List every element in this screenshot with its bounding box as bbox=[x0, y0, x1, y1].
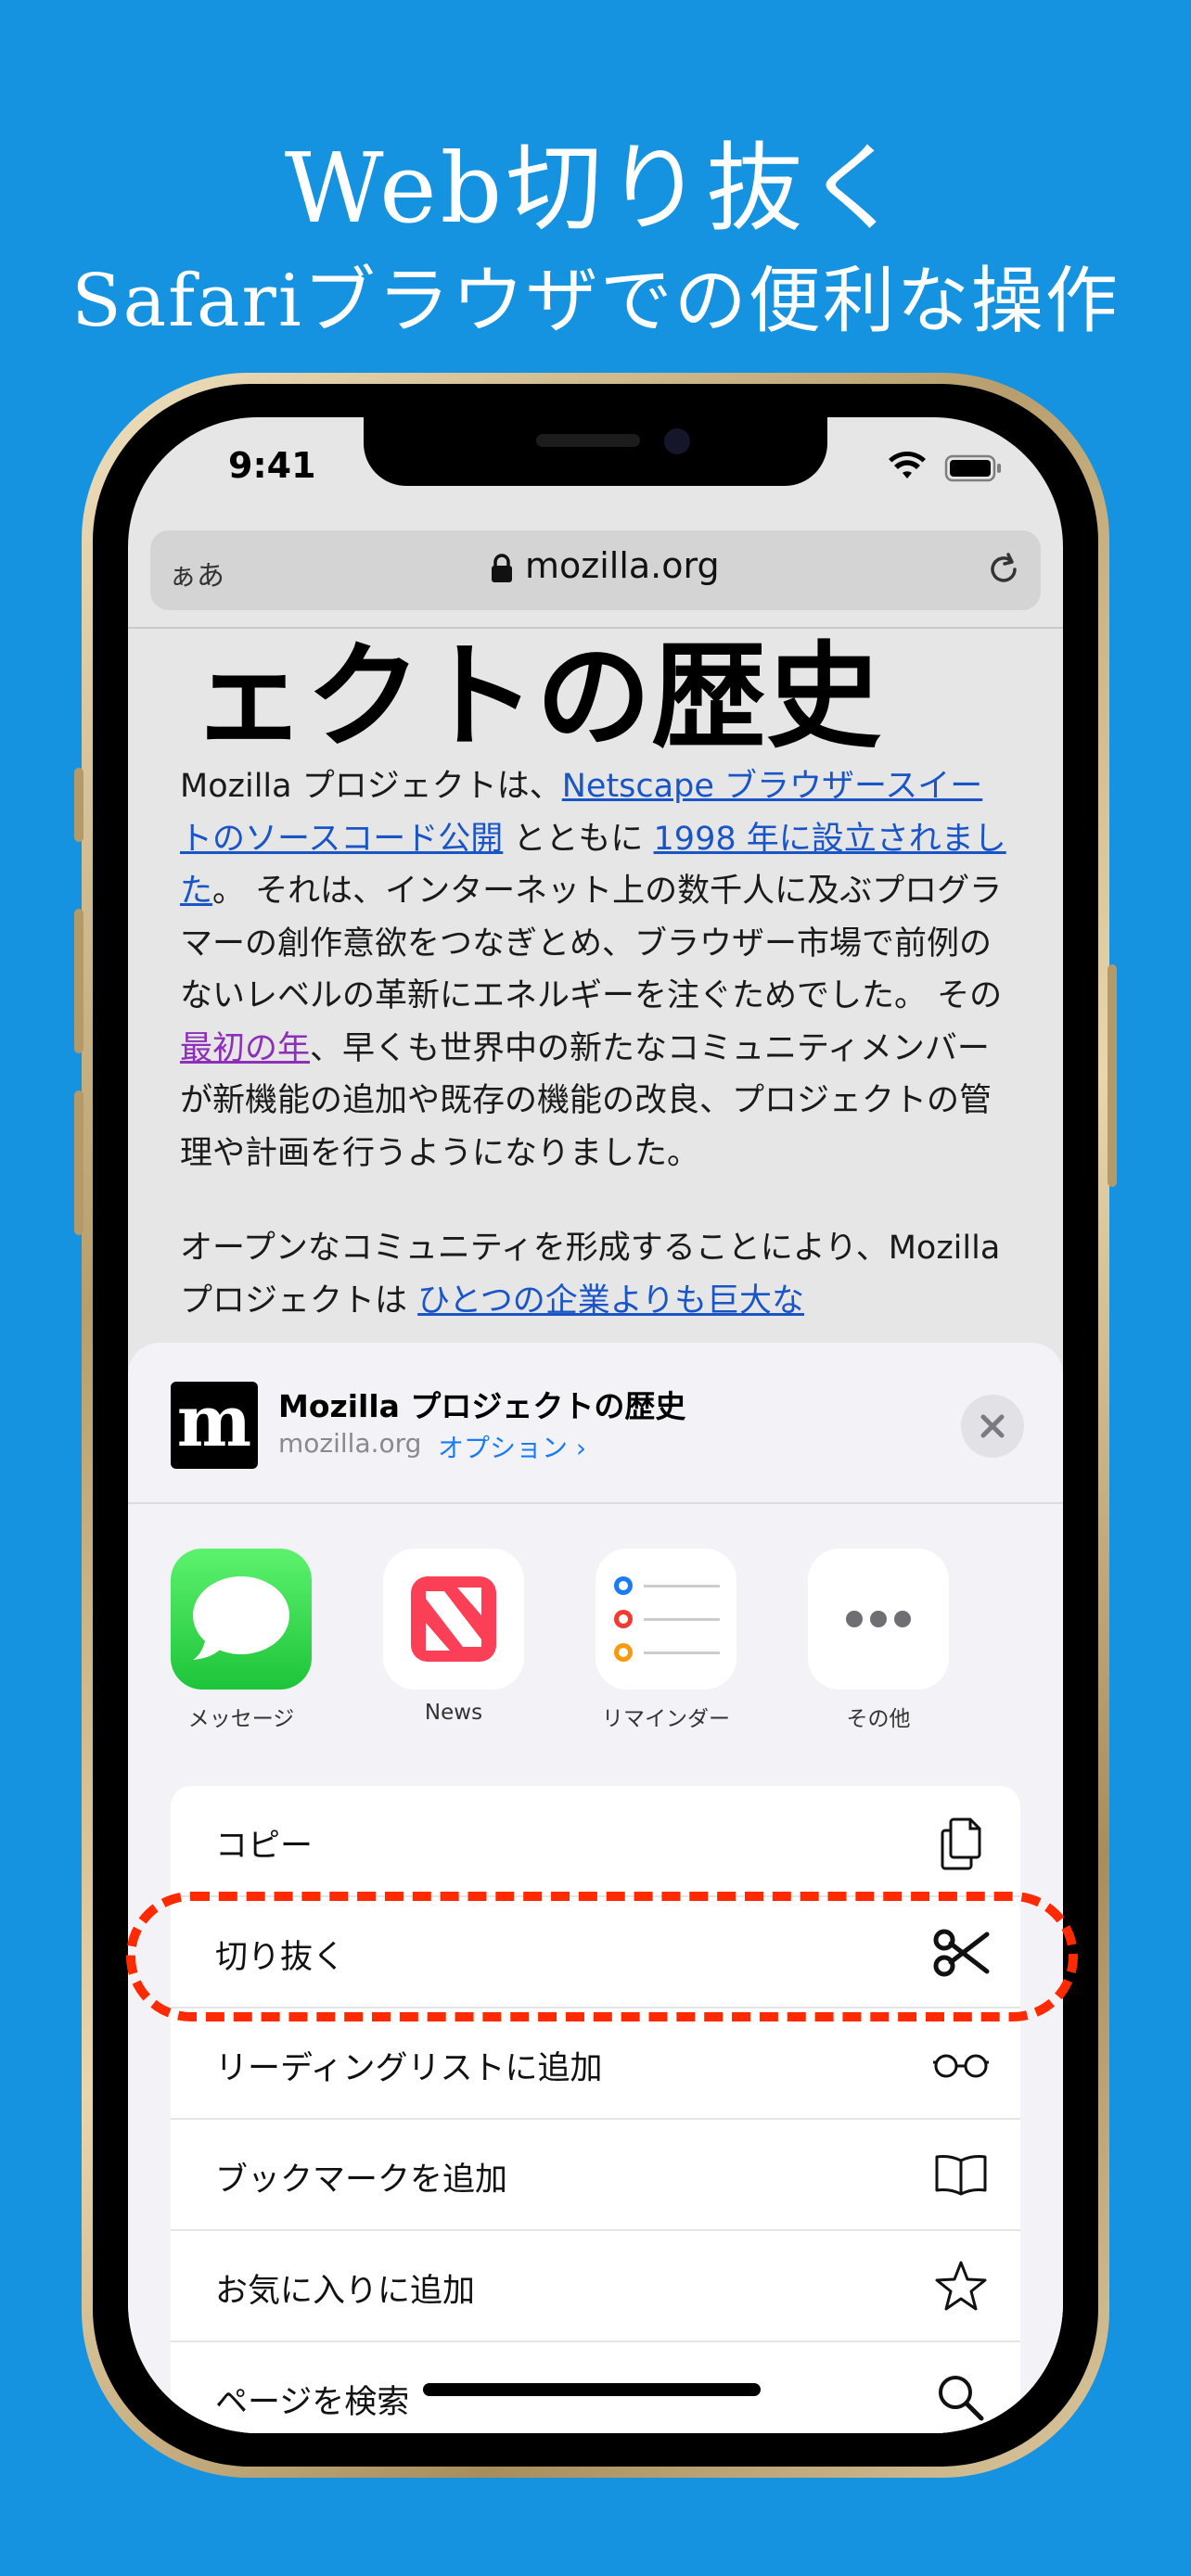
volume-up-button bbox=[74, 909, 83, 1053]
book-icon bbox=[931, 2146, 991, 2209]
promo-subtitle: Safariブラウザでの便利な操作 bbox=[71, 260, 1120, 343]
news-icon[interactable] bbox=[383, 1549, 524, 1690]
action-label: コピー bbox=[215, 1828, 314, 1865]
share-title: Mozilla プロジェクトの歴史 bbox=[278, 1388, 686, 1424]
lock-icon bbox=[490, 553, 514, 588]
star-icon bbox=[931, 2257, 991, 2320]
text-span: Mozilla プロジェクトは、 bbox=[180, 768, 562, 805]
action-label: リーディングリストに追加 bbox=[215, 2050, 603, 2087]
home-indicator[interactable] bbox=[423, 2383, 761, 2396]
text-span: 。 それは、インターネット上の数千人に及ぶプログラマーの創作意欲をつなぎとめ、ブ… bbox=[180, 873, 1003, 1014]
app-messages[interactable]: メッセージ bbox=[171, 1549, 312, 1732]
action-add-favorite[interactable]: お気に入りに追加 bbox=[171, 2231, 1020, 2340]
action-add-bookmark[interactable]: ブックマークを追加 bbox=[171, 2120, 1020, 2229]
app-label: その他 bbox=[846, 1707, 911, 1731]
link-larger-than-company[interactable]: ひとつの企業よりも巨大な bbox=[417, 1282, 804, 1320]
page-heading: ェクトの歴史 bbox=[191, 631, 882, 764]
app-label: メッセージ bbox=[187, 1707, 295, 1731]
copy-icon bbox=[931, 1812, 991, 1875]
app-more[interactable]: その他 bbox=[808, 1549, 949, 1732]
glasses-icon bbox=[931, 2034, 991, 2098]
text-size-button[interactable]: ぁあ bbox=[169, 553, 224, 593]
search-icon bbox=[931, 2368, 991, 2431]
app-label: News bbox=[424, 1701, 483, 1725]
action-reading-list[interactable]: リーディングリストに追加 bbox=[171, 2009, 1020, 2118]
status-icons bbox=[887, 451, 1007, 488]
app-news[interactable]: News bbox=[383, 1549, 524, 1725]
app-label: リマインダー bbox=[602, 1707, 730, 1731]
address-bar[interactable]: ぁあ mozilla.org bbox=[150, 530, 1041, 610]
front-camera bbox=[664, 428, 690, 454]
header-separator bbox=[128, 1502, 1063, 1504]
share-domain: mozilla.org bbox=[278, 1428, 422, 1459]
notch bbox=[364, 417, 827, 486]
more-icon[interactable] bbox=[808, 1549, 949, 1690]
volume-down-button bbox=[74, 1090, 83, 1235]
silent-switch bbox=[74, 768, 83, 842]
action-copy[interactable]: コピー bbox=[171, 1786, 1020, 1895]
status-time: 9:41 bbox=[228, 445, 316, 486]
promo-title: Web切り抜く bbox=[284, 132, 907, 245]
action-label: お気に入りに追加 bbox=[215, 2273, 476, 2310]
power-button bbox=[1108, 964, 1117, 1187]
site-logo: m bbox=[171, 1382, 258, 1469]
speaker bbox=[536, 434, 640, 447]
action-label: ブックマークを追加 bbox=[215, 2162, 508, 2199]
share-header: m Mozilla プロジェクトの歴史 mozilla.org オプション › bbox=[128, 1343, 1063, 1502]
paragraph: オープンなコミュニティを形成することにより、Mozilla プロジェクトは ひと… bbox=[180, 1222, 1011, 1327]
phone-screen: 9:41 ぁあ mozilla.org ェクトの歴史 Mozilla プロジェク… bbox=[128, 417, 1063, 2433]
action-label: ページを検索 bbox=[215, 2384, 410, 2421]
wifi-battery-icon bbox=[889, 452, 1001, 482]
options-link[interactable]: オプション › bbox=[438, 1428, 586, 1465]
reminders-icon[interactable] bbox=[596, 1549, 736, 1690]
app-reminders[interactable]: リマインダー bbox=[596, 1549, 736, 1732]
close-button[interactable] bbox=[961, 1395, 1024, 1458]
link-first-year[interactable]: 最初の年 bbox=[180, 1030, 310, 1067]
address-domain[interactable]: mozilla.org bbox=[525, 545, 720, 586]
text-span: とともに bbox=[503, 820, 654, 858]
cut-highlight bbox=[126, 1892, 1078, 2021]
messages-icon[interactable] bbox=[171, 1549, 312, 1690]
share-sheet: m Mozilla プロジェクトの歴史 mozilla.org オプション › … bbox=[128, 1343, 1063, 2433]
paragraph: Mozilla プロジェクトは、Netscape ブラウザースイートのソースコー… bbox=[180, 760, 1011, 1180]
reload-icon[interactable] bbox=[983, 549, 1024, 593]
close-icon bbox=[980, 1414, 1005, 1438]
action-list: コピー 切り抜く リーディングリストに追加 ブックマークを追加 お気に入りに追加… bbox=[171, 1786, 1020, 2433]
